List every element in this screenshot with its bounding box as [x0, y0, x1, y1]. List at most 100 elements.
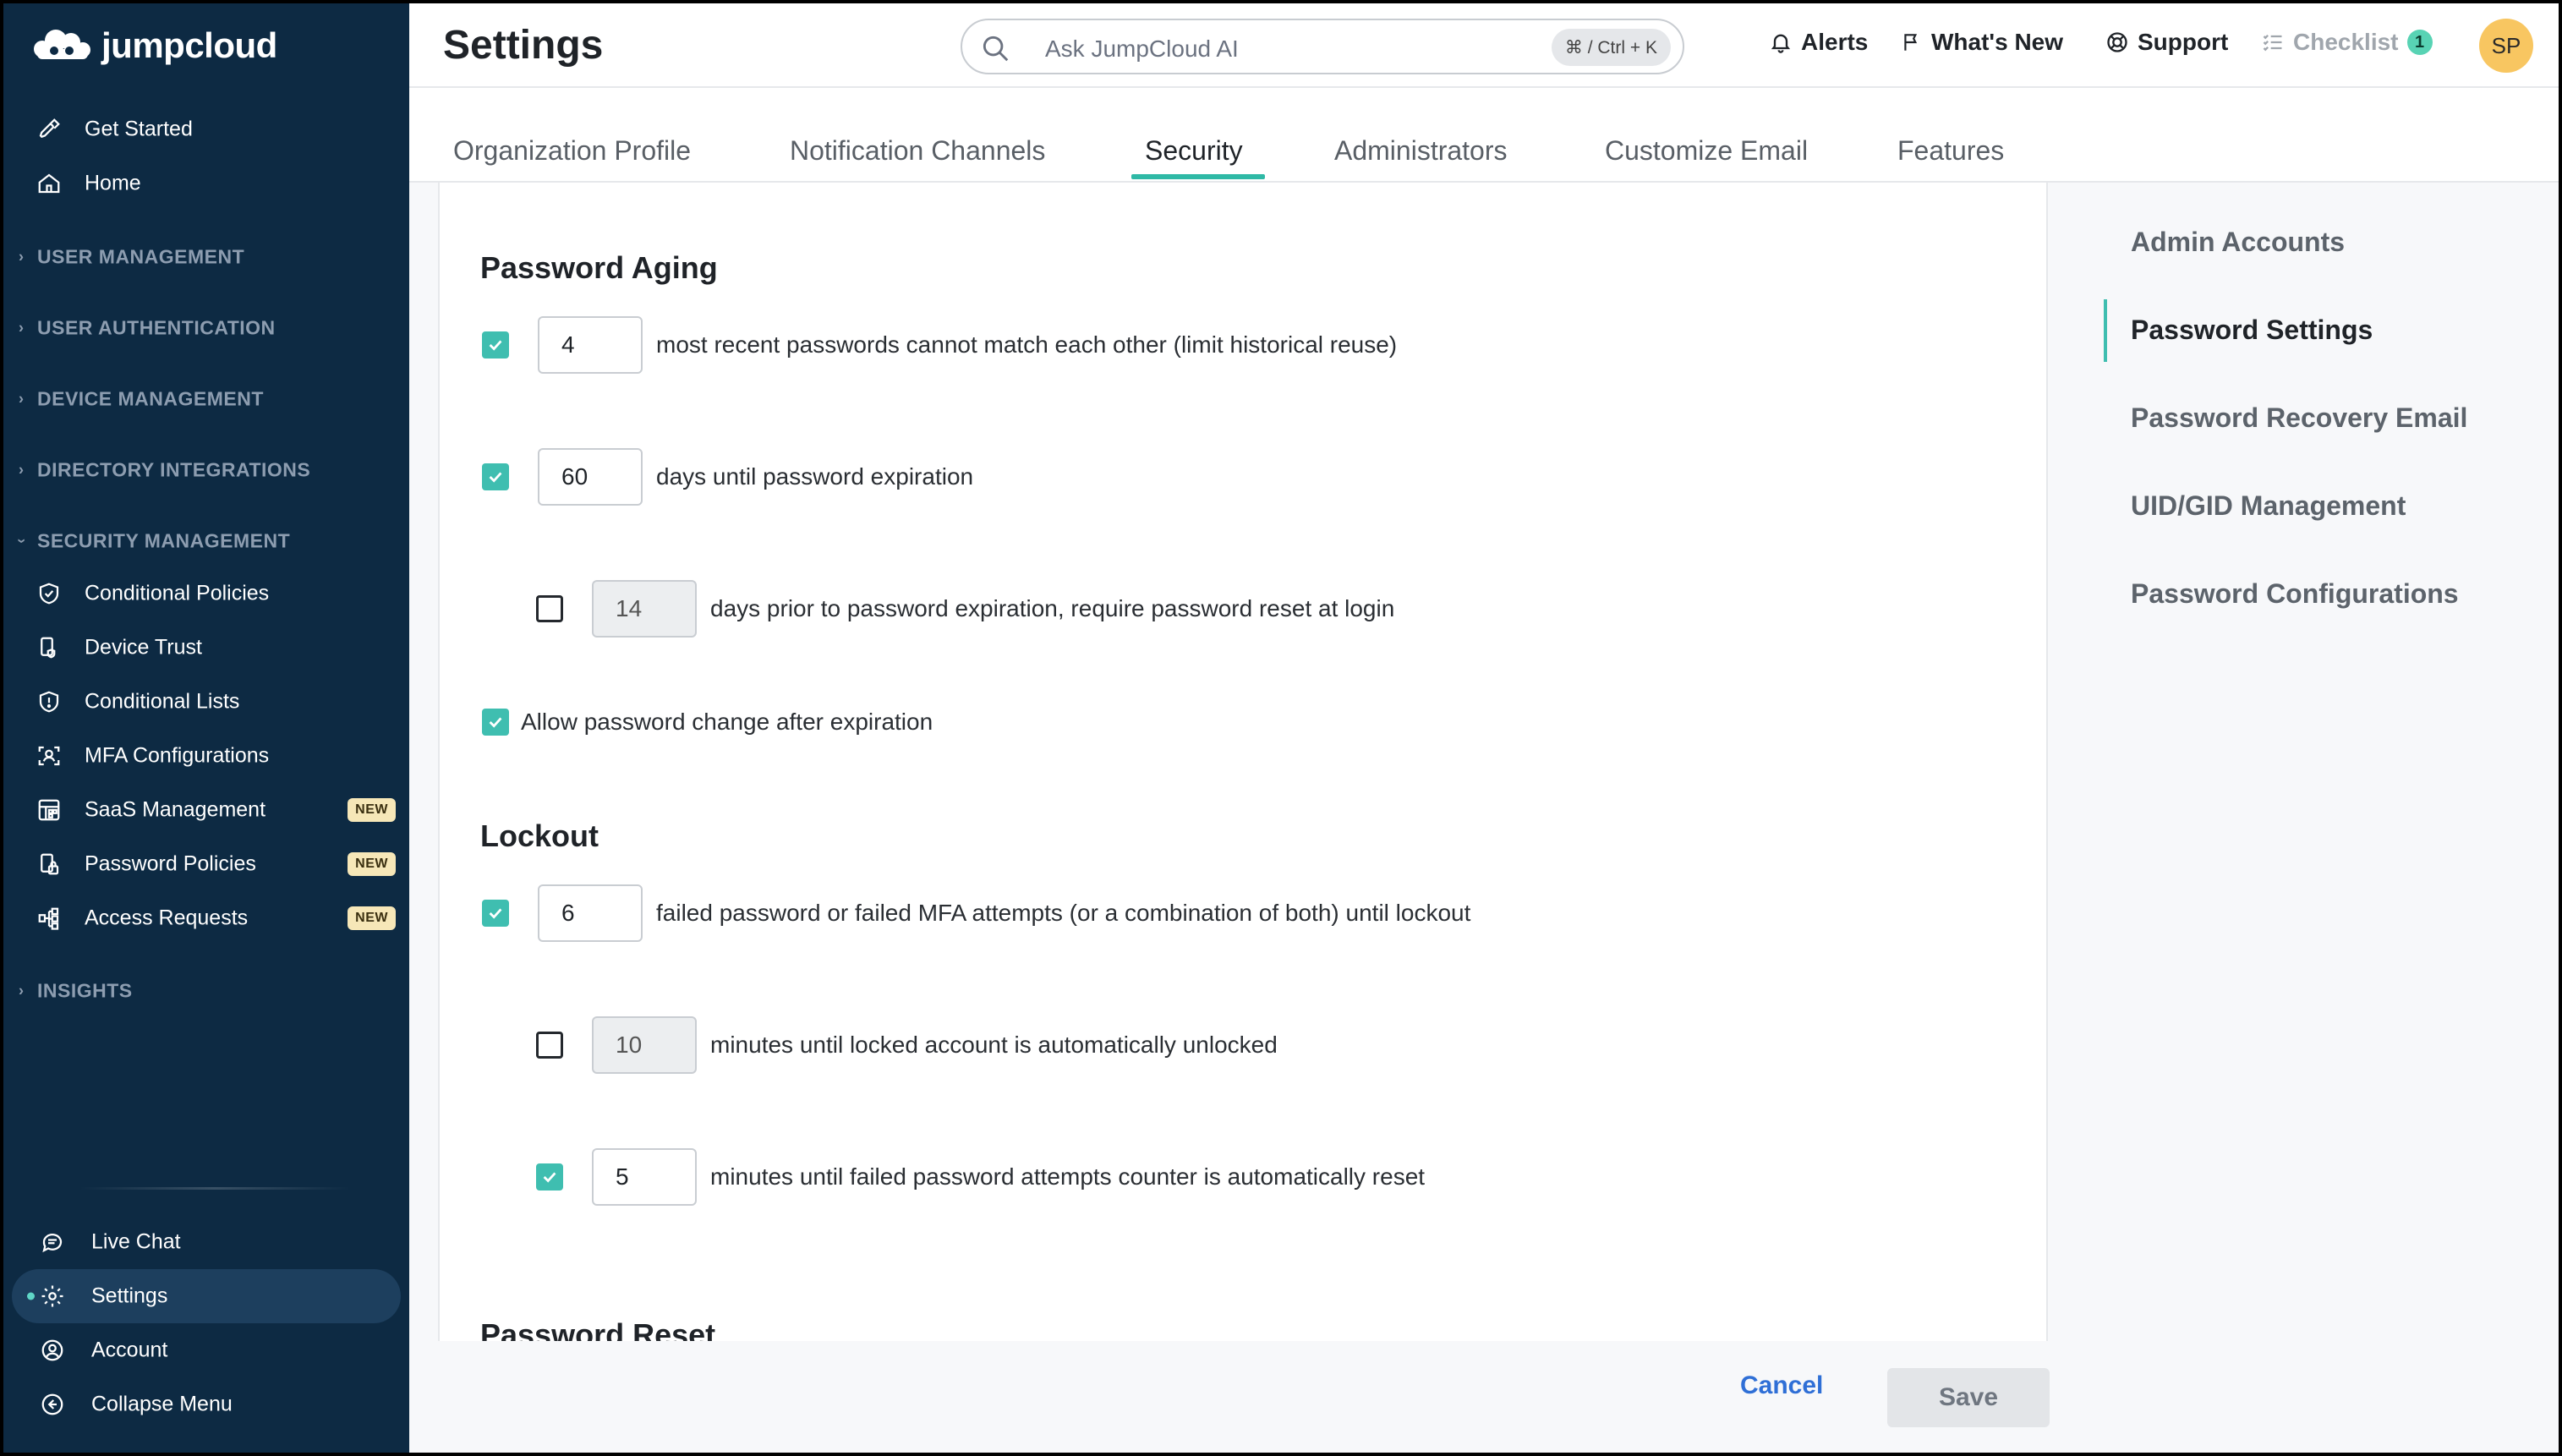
- checklist-button[interactable]: Checklist 1: [2261, 29, 2433, 56]
- bell-icon: [1769, 30, 1793, 54]
- password-expiration-input[interactable]: 60: [538, 448, 643, 506]
- section-user-authentication[interactable]: › USER AUTHENTICATION: [3, 307, 409, 349]
- chat-icon: [39, 1229, 66, 1256]
- nav-label: Collapse Menu: [91, 1392, 233, 1416]
- jumpcloud-logo[interactable]: jumpcloud: [29, 25, 277, 66]
- failed-attempts-input[interactable]: 6: [538, 884, 643, 942]
- nav-label: Get Started: [85, 117, 193, 141]
- app-window: jumpcloud Get Started Home › USER MANAGE…: [3, 3, 2559, 1453]
- password-aging-title: Password Aging: [480, 250, 718, 285]
- ai-search-input[interactable]: Ask JumpCloud AI ⌘ / Ctrl + K: [961, 19, 1684, 74]
- section-label: SECURITY MANAGEMENT: [37, 529, 291, 552]
- nav-label: Access Requests: [85, 906, 249, 930]
- nav-collapse-menu[interactable]: Collapse Menu: [3, 1377, 409, 1431]
- section-user-management[interactable]: › USER MANAGEMENT: [3, 236, 409, 278]
- checklist-count-badge: 1: [2406, 30, 2433, 55]
- page-title: Settings: [443, 23, 604, 68]
- nav-home[interactable]: Home: [3, 156, 409, 211]
- allow-change-row: Allow password change after expiration: [482, 709, 933, 736]
- section-label: INSIGHTS: [37, 979, 133, 1002]
- nav-get-started[interactable]: Get Started: [3, 102, 409, 156]
- tab-security[interactable]: Security: [1145, 135, 1243, 167]
- nav-password-policies[interactable]: Password Policies NEW: [3, 837, 409, 891]
- device-trust-icon: [36, 634, 63, 661]
- counter-reset-text: minutes until failed password attempts c…: [710, 1163, 1426, 1190]
- section-label: DIRECTORY INTEGRATIONS: [37, 458, 311, 481]
- auto-unlock-text: minutes until locked account is automati…: [710, 1032, 1278, 1058]
- collapse-icon: [39, 1391, 66, 1418]
- counter-reset-input[interactable]: 5: [592, 1148, 697, 1206]
- subnav-uid-gid-management[interactable]: UID/GID Management: [2131, 490, 2406, 522]
- shield-list-icon: [36, 688, 63, 715]
- subnav-active-bar: [2104, 299, 2107, 362]
- nav-account[interactable]: Account: [3, 1323, 409, 1377]
- chevron-right-icon: ›: [19, 982, 25, 999]
- subnav-password-settings[interactable]: Password Settings: [2131, 315, 2373, 346]
- failed-attempts-checkbox[interactable]: [482, 900, 509, 927]
- nav-label: Conditional Policies: [85, 581, 270, 605]
- subnav-password-configurations[interactable]: Password Configurations: [2131, 578, 2459, 610]
- password-expiration-checkbox[interactable]: [482, 463, 509, 490]
- nav-mfa-configurations[interactable]: MFA Configurations: [3, 729, 409, 783]
- search-icon: [979, 32, 1011, 68]
- allow-change-checkbox[interactable]: [482, 709, 509, 736]
- chevron-right-icon: ›: [19, 248, 25, 265]
- tab-notification-channels[interactable]: Notification Channels: [790, 135, 1045, 167]
- whats-new-label: What's New: [1931, 29, 2064, 55]
- subnav-admin-accounts[interactable]: Admin Accounts: [2131, 227, 2345, 258]
- auto-unlock-checkbox[interactable]: [536, 1032, 563, 1059]
- nav-conditional-lists[interactable]: Conditional Lists: [3, 675, 409, 729]
- nav-label: Live Chat: [91, 1229, 181, 1254]
- nav-label: Conditional Lists: [85, 689, 240, 714]
- gear-icon: [39, 1283, 66, 1310]
- prior-reset-checkbox[interactable]: [536, 595, 563, 622]
- section-label: USER AUTHENTICATION: [37, 316, 276, 339]
- password-history-checkbox[interactable]: [482, 331, 509, 359]
- password-history-row: 4 most recent passwords cannot match eac…: [482, 316, 1397, 374]
- support-button[interactable]: Support: [2105, 29, 2228, 56]
- nav-conditional-policies[interactable]: Conditional Policies: [3, 567, 409, 621]
- nav-settings[interactable]: Settings: [12, 1269, 401, 1323]
- nav-live-chat[interactable]: Live Chat: [3, 1215, 409, 1269]
- whats-new-button[interactable]: What's New: [1901, 29, 2063, 56]
- password-expiration-text: days until password expiration: [656, 463, 974, 490]
- section-security-management[interactable]: › SECURITY MANAGEMENT: [3, 520, 409, 562]
- user-circle-icon: [39, 1337, 66, 1364]
- password-policy-icon: [36, 851, 63, 878]
- nav-label: Account: [91, 1338, 168, 1362]
- sidebar-divider: [79, 1187, 350, 1190]
- active-indicator-dot: [27, 1292, 35, 1300]
- avatar[interactable]: SP: [2479, 19, 2533, 73]
- nav-label: Password Policies: [85, 851, 256, 876]
- tab-organization-profile[interactable]: Organization Profile: [453, 135, 691, 167]
- alerts-button[interactable]: Alerts: [1769, 29, 1868, 56]
- search-placeholder: Ask JumpCloud AI: [1045, 36, 1239, 62]
- password-history-input[interactable]: 4: [538, 316, 643, 374]
- section-insights[interactable]: › INSIGHTS: [3, 970, 409, 1012]
- tab-administrators[interactable]: Administrators: [1334, 135, 1508, 167]
- tab-customize-email[interactable]: Customize Email: [1605, 135, 1808, 167]
- counter-reset-checkbox[interactable]: [536, 1163, 563, 1191]
- nav-device-trust[interactable]: Device Trust: [3, 621, 409, 675]
- top-header: Settings Ask JumpCloud AI ⌘ / Ctrl + K A…: [409, 3, 2559, 88]
- save-button[interactable]: Save: [1887, 1368, 2050, 1427]
- support-label: Support: [2138, 29, 2229, 55]
- nav-label: Device Trust: [85, 635, 202, 660]
- section-directory-integrations[interactable]: › DIRECTORY INTEGRATIONS: [3, 449, 409, 491]
- failed-attempts-row: 6 failed password or failed MFA attempts…: [482, 884, 1470, 942]
- nav-label: Home: [85, 171, 141, 195]
- subnav-password-recovery-email[interactable]: Password Recovery Email: [2131, 402, 2467, 434]
- auto-unlock-input[interactable]: 10: [592, 1016, 697, 1074]
- nav-label: SaaS Management: [85, 797, 266, 822]
- section-device-management[interactable]: › DEVICE MANAGEMENT: [3, 378, 409, 420]
- tab-features[interactable]: Features: [1897, 135, 2004, 167]
- home-icon: [36, 170, 63, 197]
- prior-reset-input[interactable]: 14: [592, 580, 697, 638]
- nav-access-requests[interactable]: Access Requests NEW: [3, 891, 409, 945]
- cancel-button[interactable]: Cancel: [1740, 1371, 1823, 1400]
- chevron-right-icon: ›: [19, 319, 25, 337]
- alerts-label: Alerts: [1801, 29, 1869, 55]
- keyboard-shortcut-hint: ⌘ / Ctrl + K: [1551, 29, 1671, 66]
- access-tree-icon: [36, 905, 63, 932]
- nav-saas-management[interactable]: SaaS Management NEW: [3, 783, 409, 837]
